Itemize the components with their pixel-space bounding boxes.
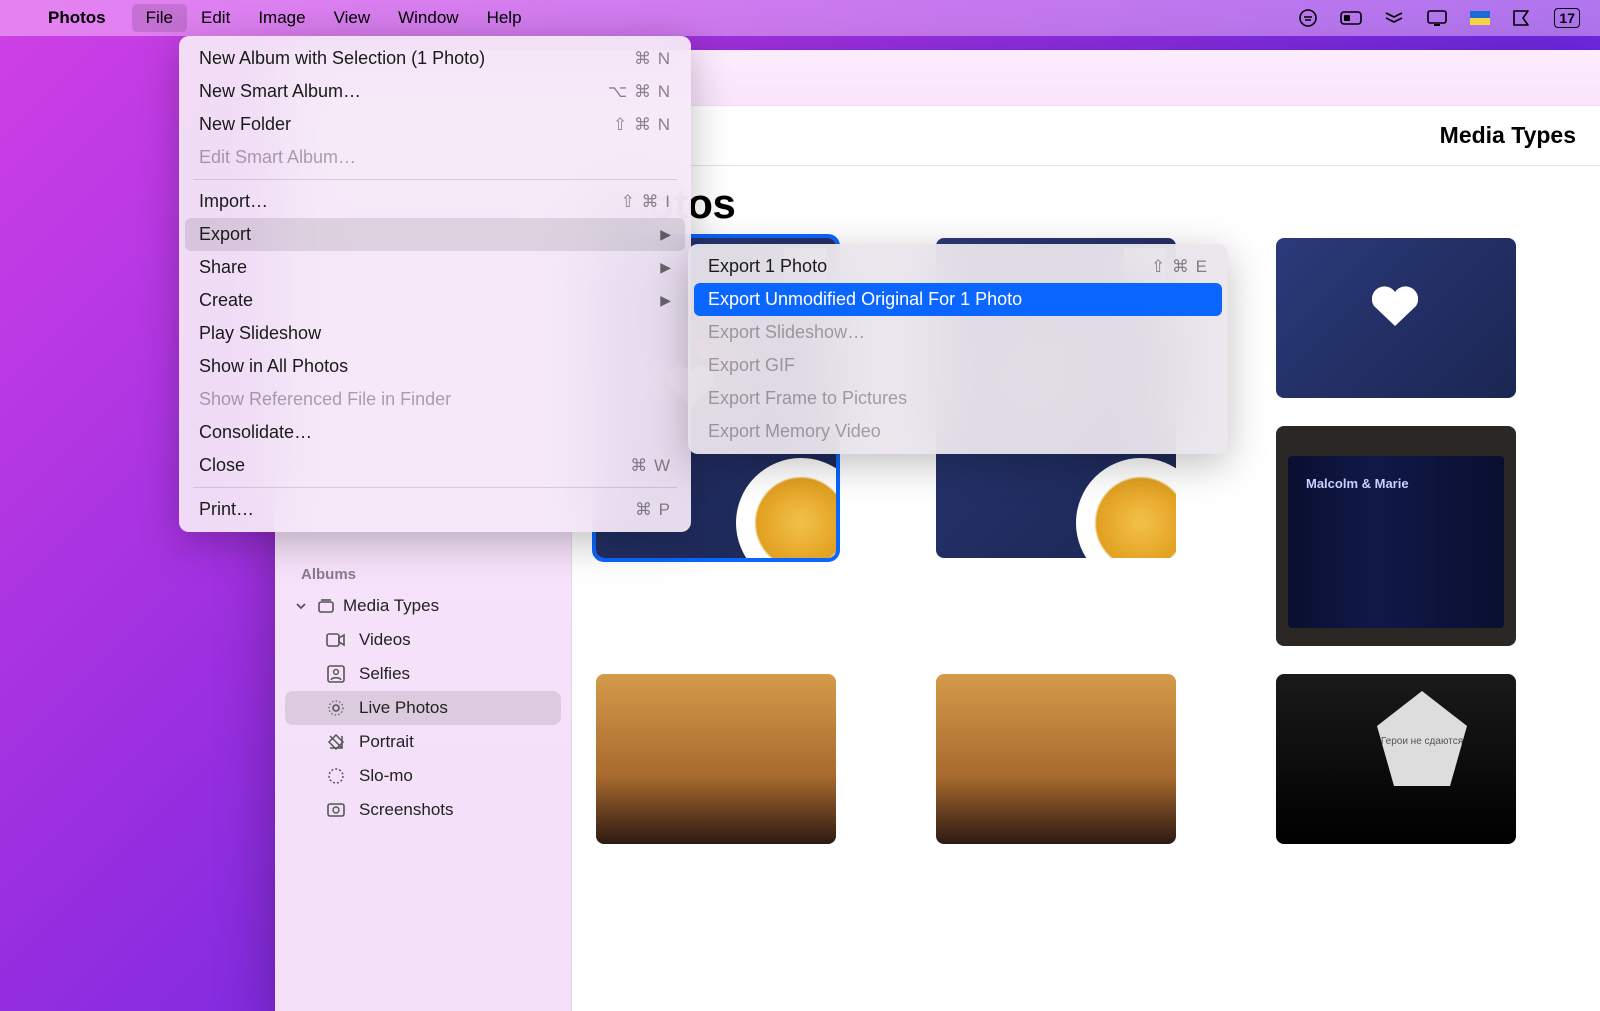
stack-icon [315,597,337,615]
sidebar-item-label: Selfies [359,664,410,684]
menuitem-consolidate[interactable]: Consolidate… [185,416,685,449]
menu-window[interactable]: Window [384,4,472,32]
menu-edit[interactable]: Edit [187,4,244,32]
photo-thumbnail[interactable] [596,674,836,844]
menuitem-export-slideshow: Export Slideshow… [694,316,1222,349]
photo-thumbnail[interactable]: Malcolm & Marie [1276,426,1516,646]
sidebar-item-portrait[interactable]: Portrait [285,725,561,759]
menuitem-create[interactable]: Create▶ [185,284,685,317]
file-menu-dropdown: New Album with Selection (1 Photo)⌘ N Ne… [179,36,691,532]
status-icon-2[interactable] [1340,9,1362,27]
sidebar-item-screenshots[interactable]: Screenshots [285,793,561,827]
sidebar-item-live-photos[interactable]: Live Photos [285,691,561,725]
toolbar-title: Media Types [1440,122,1576,149]
menu-file[interactable]: File [132,4,187,32]
menubar-status-area: 17 [1298,8,1580,28]
menu-date-icon[interactable]: 17 [1554,8,1580,28]
status-icon-display[interactable] [1426,9,1448,27]
video-icon [325,633,347,647]
photo-thumbnail[interactable] [1276,238,1516,398]
menu-help[interactable]: Help [473,4,536,32]
balloon-text: Герои не сдаются [1372,691,1472,791]
sidebar-item-slomo[interactable]: Slo-mo [285,759,561,793]
sidebar-header-media-types[interactable]: Media Types [285,589,561,623]
menuitem-export-1-photo[interactable]: Export 1 Photo⇧ ⌘ E [694,250,1222,283]
menuitem-show-in-all-photos[interactable]: Show in All Photos [185,350,685,383]
sidebar-item-videos[interactable]: Videos [285,623,561,657]
menuitem-close[interactable]: Close⌘ W [185,449,685,482]
sidebar-section-albums: Albums [285,558,561,589]
sidebar-header-label: Media Types [343,596,439,616]
menuitem-import[interactable]: Import…⇧ ⌘ I [185,185,685,218]
menuitem-edit-smart-album: Edit Smart Album… [185,141,685,174]
sidebar-item-selfies[interactable]: Selfies [285,657,561,691]
chevron-right-icon: ▶ [660,226,671,243]
menu-view[interactable]: View [320,4,385,32]
export-submenu: Export 1 Photo⇧ ⌘ E Export Unmodified Or… [688,244,1228,454]
menuitem-new-album[interactable]: New Album with Selection (1 Photo)⌘ N [185,42,685,75]
sidebar-item-label: Screenshots [359,800,454,820]
chevron-down-icon [295,600,309,612]
menuitem-export-unmodified-original[interactable]: Export Unmodified Original For 1 Photo [694,283,1222,316]
menuitem-new-folder[interactable]: New Folder⇧ ⌘ N [185,108,685,141]
app-name[interactable]: Photos [48,8,106,28]
photo-thumbnail[interactable] [936,674,1176,844]
sidebar-item-label: Videos [359,630,411,650]
menuitem-export[interactable]: Export▶ [185,218,685,251]
sidebar-item-label: Slo-mo [359,766,413,786]
status-icon-5[interactable] [1512,9,1532,27]
menuitem-print[interactable]: Print…⌘ P [185,493,685,526]
screenshot-icon [325,802,347,818]
chevron-right-icon: ▶ [660,259,671,276]
menuitem-export-gif: Export GIF [694,349,1222,382]
selfie-icon [325,665,347,683]
portrait-icon [325,733,347,751]
photo-thumbnail[interactable]: Герои не сдаются [1276,674,1516,844]
menuitem-export-memory-video: Export Memory Video [694,415,1222,448]
menubar: Photos File Edit Image View Window Help … [0,0,1600,36]
live-photos-icon [325,698,347,718]
status-icon-1[interactable] [1298,8,1318,28]
content-heading: Photos [596,180,1576,228]
menuitem-export-frame: Export Frame to Pictures [694,382,1222,415]
status-icon-flag[interactable] [1470,11,1490,25]
chevron-right-icon: ▶ [660,292,671,309]
sidebar-item-label: Live Photos [359,698,448,718]
menuitem-play-slideshow[interactable]: Play Slideshow [185,317,685,350]
menu-image[interactable]: Image [244,4,319,32]
menuitem-new-smart-album[interactable]: New Smart Album…⌥ ⌘ N [185,75,685,108]
sidebar-item-label: Portrait [359,732,414,752]
status-icon-3[interactable] [1384,8,1404,28]
menuitem-share[interactable]: Share▶ [185,251,685,284]
tv-title: Malcolm & Marie [1306,476,1409,491]
slomo-icon [325,766,347,786]
menuitem-show-referenced-file: Show Referenced File in Finder [185,383,685,416]
